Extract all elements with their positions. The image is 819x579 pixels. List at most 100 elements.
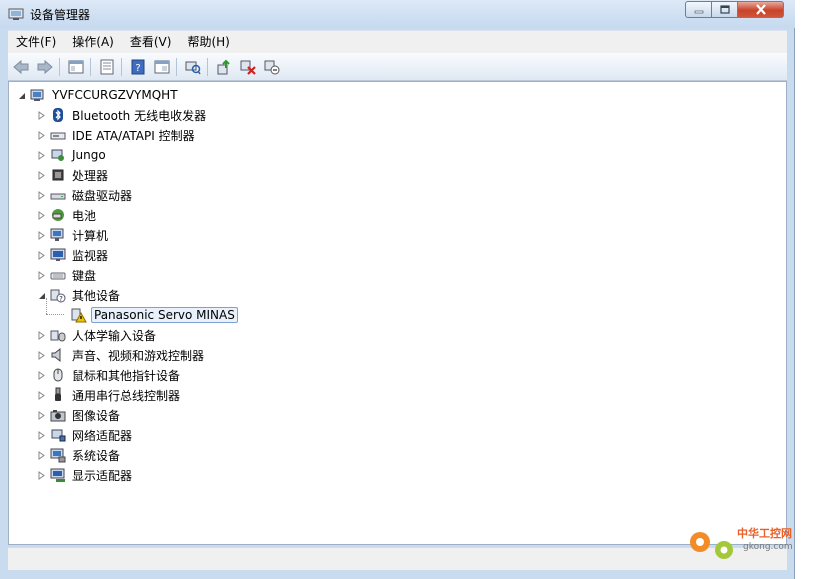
expand-arrow-icon[interactable]	[37, 270, 46, 280]
minimize-button[interactable]	[685, 1, 712, 18]
toolbar: ?	[8, 53, 787, 81]
tree-item[interactable]: 键盘	[37, 266, 98, 284]
expand-arrow-icon[interactable]	[37, 170, 46, 180]
processor-icon	[50, 167, 66, 183]
update-driver-icon	[217, 59, 230, 74]
expand-arrow-icon[interactable]	[37, 430, 46, 440]
monitor-icon	[50, 247, 66, 263]
expand-arrow-icon[interactable]	[37, 410, 46, 420]
tree-item-label: 鼠标和其他指针设备	[72, 368, 181, 383]
window-controls	[685, 1, 784, 20]
menu-action[interactable]: 操作(A)	[64, 32, 122, 52]
computer-root-icon	[30, 87, 46, 103]
minimize-icon	[694, 10, 703, 13]
expand-arrow-icon[interactable]	[37, 370, 46, 380]
expand-arrow-icon[interactable]	[37, 210, 46, 220]
title-bar[interactable]: 设备管理器	[0, 0, 795, 28]
tree-item[interactable]: Jungo	[37, 146, 108, 164]
window-title: 设备管理器	[30, 8, 91, 22]
keyboard-icon	[50, 267, 66, 283]
tree-item-label: 显示适配器	[72, 468, 133, 483]
scan-hardware-button[interactable]	[182, 56, 204, 78]
bluetooth-icon	[50, 107, 66, 123]
tree-item[interactable]: Bluetooth 无线电收发器	[37, 106, 208, 124]
toolbar-separator	[90, 57, 91, 76]
properties-button[interactable]	[96, 56, 118, 78]
back-button[interactable]	[10, 56, 32, 78]
tree-item-label: 监视器	[72, 248, 109, 263]
close-button[interactable]	[738, 1, 784, 18]
tree-item-label: 图像设备	[72, 408, 121, 423]
tree-item[interactable]: 声音、视频和游戏控制器	[37, 346, 206, 364]
toolbar-separator	[176, 57, 177, 76]
expand-arrow-icon[interactable]	[37, 390, 46, 400]
tree-item-label: 磁盘驱动器	[72, 188, 133, 203]
battery-icon	[50, 207, 66, 223]
warning-device-icon	[71, 307, 87, 323]
disable-button[interactable]	[261, 56, 283, 78]
tree-item[interactable]: IDE ATA/ATAPI 控制器	[37, 126, 197, 144]
tree-item[interactable]: 电池	[37, 206, 98, 224]
view-button[interactable]	[151, 56, 173, 78]
tree-item[interactable]: 显示适配器	[37, 466, 134, 484]
expand-arrow-icon[interactable]	[37, 150, 46, 160]
tree-item[interactable]: 网络适配器	[37, 426, 134, 444]
tree-child-item[interactable]: Panasonic Servo MINAS	[71, 306, 238, 324]
menu-file[interactable]: 文件(F)	[8, 32, 64, 52]
hid-icon	[50, 327, 66, 343]
menu-view[interactable]: 查看(V)	[122, 32, 180, 52]
tree-item[interactable]: 人体学输入设备	[37, 326, 158, 344]
network-icon	[50, 427, 66, 443]
tree-item[interactable]: 计算机	[37, 226, 110, 244]
expand-arrow-icon[interactable]	[37, 230, 46, 240]
expand-arrow-icon[interactable]	[37, 450, 46, 460]
sound-icon	[50, 347, 66, 363]
maximize-icon	[719, 4, 730, 14]
expand-arrow-icon[interactable]	[37, 250, 46, 260]
back-icon	[13, 59, 29, 74]
computer-icon	[50, 227, 66, 243]
jungo-icon	[50, 147, 66, 163]
tree-item[interactable]: 系统设备	[37, 446, 122, 464]
show-hide-tree-button[interactable]	[65, 56, 87, 78]
scan-hardware-icon	[185, 61, 201, 74]
help-icon: ?	[131, 59, 145, 74]
forward-button[interactable]	[34, 56, 56, 78]
tree-item[interactable]: ? 其他设备	[37, 286, 122, 304]
toolbar-separator	[207, 57, 208, 76]
tree-item[interactable]: 磁盘驱动器	[37, 186, 134, 204]
tree-item-label: 电池	[72, 208, 97, 223]
svg-text:?: ?	[59, 295, 63, 303]
ide-controller-icon	[50, 127, 66, 143]
maximize-button[interactable]	[712, 1, 738, 18]
toolbar-separator	[59, 57, 60, 76]
tree-item[interactable]: 监视器	[37, 246, 110, 264]
watermark-url: gkong.com	[743, 542, 793, 552]
status-bar	[8, 547, 787, 570]
forward-icon	[37, 59, 53, 74]
menu-help[interactable]: 帮助(H)	[179, 32, 237, 52]
expand-arrow-icon[interactable]	[37, 350, 46, 360]
help-button[interactable]: ?	[127, 56, 149, 78]
tree-root[interactable]: YVFCCURGZVYMQHT	[17, 86, 180, 104]
tree-item[interactable]: 通用串行总线控制器	[37, 386, 182, 404]
collapse-arrow-icon[interactable]	[17, 91, 26, 100]
tree-item[interactable]: 鼠标和其他指针设备	[37, 366, 182, 384]
device-tree[interactable]: YVFCCURGZVYMQHT Bluetooth 无线电收发器 IDE ATA/A…	[8, 81, 787, 545]
svg-text:?: ?	[135, 63, 140, 74]
collapse-arrow-icon[interactable]	[37, 291, 46, 300]
expand-arrow-icon[interactable]	[37, 330, 46, 340]
properties-icon	[100, 59, 114, 74]
tree-root-label: YVFCCURGZVYMQHT	[52, 88, 178, 102]
expand-arrow-icon[interactable]	[37, 130, 46, 140]
tree-item[interactable]: 图像设备	[37, 406, 122, 424]
tree-item[interactable]: 处理器	[37, 166, 110, 184]
tree-connector	[46, 314, 64, 316]
update-driver-button[interactable]	[213, 56, 235, 78]
expand-arrow-icon[interactable]	[37, 470, 46, 480]
expand-arrow-icon[interactable]	[37, 190, 46, 200]
expand-arrow-icon[interactable]	[37, 110, 46, 120]
tree-item-label: 处理器	[72, 168, 109, 183]
tree-item-label: 键盘	[72, 268, 97, 283]
uninstall-button[interactable]	[237, 56, 259, 78]
